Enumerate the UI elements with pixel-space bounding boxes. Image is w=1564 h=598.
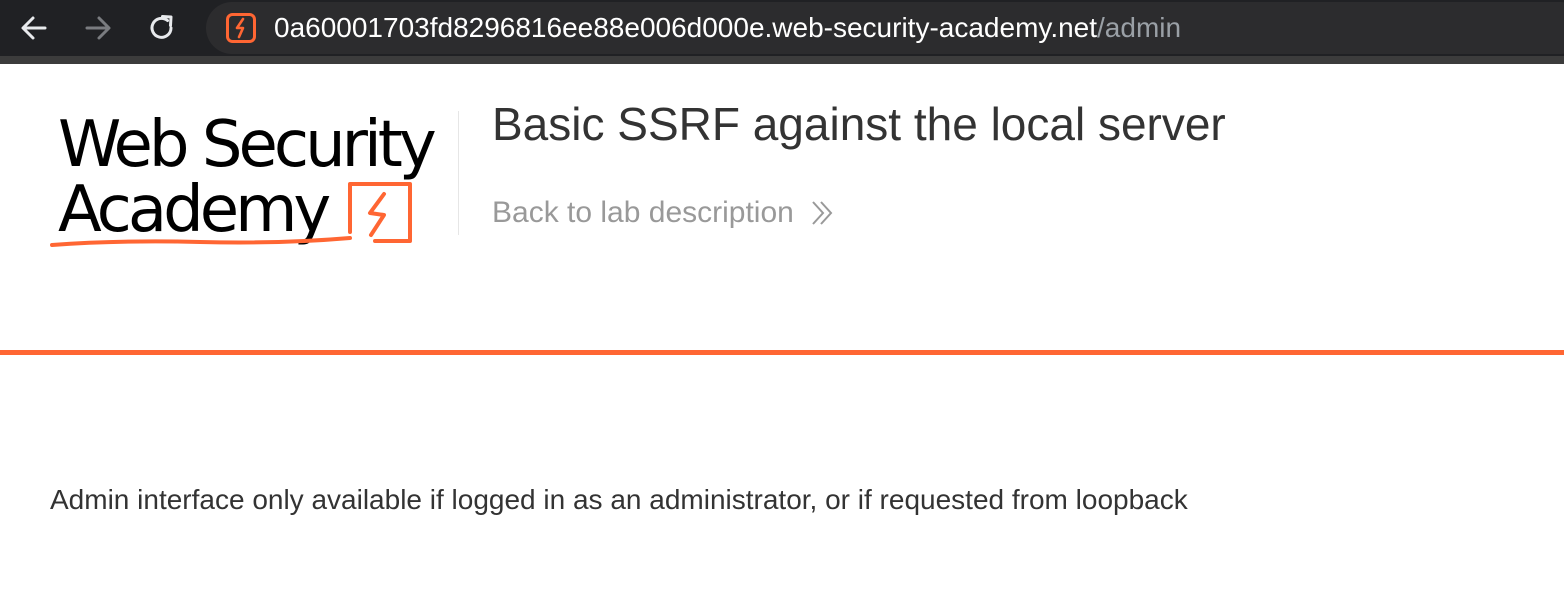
arrow-left-icon xyxy=(21,16,47,40)
logo-line2: Academy xyxy=(58,173,329,247)
url-path: /admin xyxy=(1097,12,1182,43)
url-host: 0a60001703fd8296816ee88e006d000e.web-sec… xyxy=(274,12,1098,43)
back-button[interactable] xyxy=(14,8,54,48)
forward-button[interactable] xyxy=(78,8,118,48)
double-chevron-right-icon xyxy=(810,198,834,228)
url-text: 0a60001703fd8296816ee88e006d000e.web-sec… xyxy=(274,13,1181,43)
header-divider xyxy=(458,111,459,235)
logo-line1: Web Security xyxy=(58,108,435,182)
reload-button[interactable] xyxy=(142,8,182,48)
web-security-academy-logo[interactable]: Web Security Academy xyxy=(50,104,452,254)
reload-icon xyxy=(150,15,173,39)
lab-title: Basic SSRF against the local server xyxy=(492,98,1226,150)
address-bar[interactable]: 0a60001703fd8296816ee88e006d000e.web-sec… xyxy=(206,2,1564,54)
header-accent-bar xyxy=(0,350,1564,355)
lightning-icon xyxy=(226,13,256,43)
back-link-label: Back to lab description xyxy=(492,196,794,229)
admin-access-message: Admin interface only available if logged… xyxy=(50,484,1188,515)
back-to-lab-description-link[interactable]: Back to lab description xyxy=(492,193,834,233)
browser-toolbar: 0a60001703fd8296816ee88e006d000e.web-sec… xyxy=(0,0,1564,56)
arrow-right-icon xyxy=(85,16,111,40)
toolbar-divider xyxy=(0,56,1564,64)
